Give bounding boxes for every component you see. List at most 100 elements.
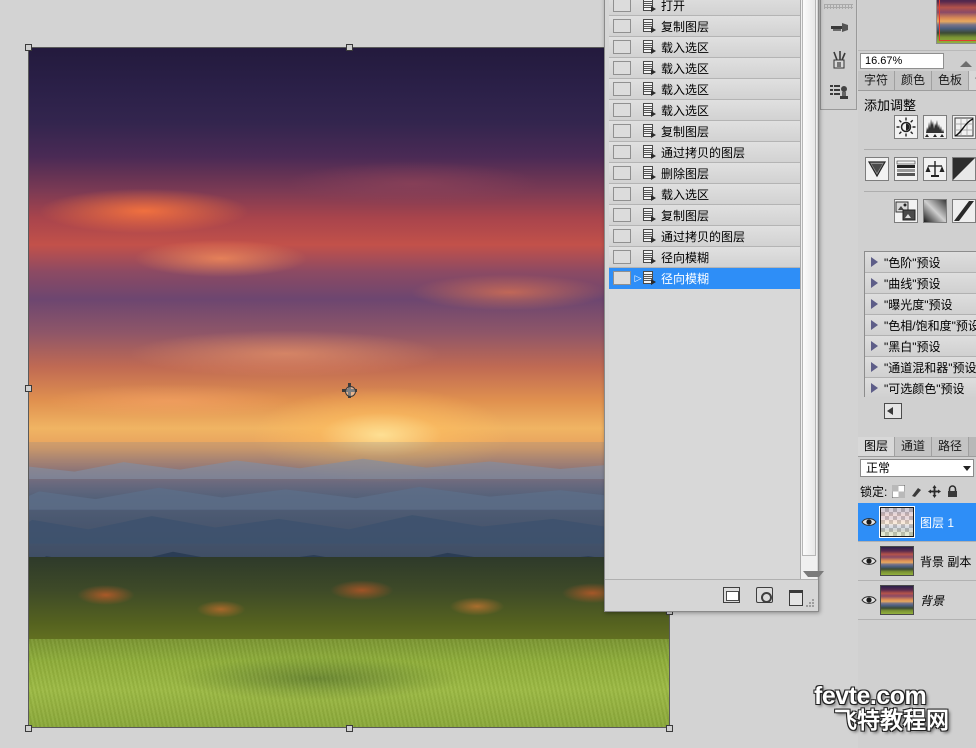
history-snapshot-toggle[interactable] <box>613 250 631 264</box>
history-snapshot-toggle[interactable] <box>613 124 631 138</box>
navigator-view-proxy[interactable] <box>939 0 976 41</box>
history-snapshot-toggle[interactable] <box>613 103 631 117</box>
transform-handle-bottom-center[interactable] <box>346 725 353 732</box>
preset-group-row[interactable]: "黑白"预设 <box>865 336 976 357</box>
layers-tabstrip[interactable]: 图层 通道 路径 <box>858 437 976 457</box>
history-item[interactable]: 复制图层 <box>609 16 800 37</box>
exposure-icon[interactable] <box>865 157 889 181</box>
history-snapshot-toggle[interactable] <box>613 145 631 159</box>
history-snapshot-toggle[interactable] <box>613 166 631 180</box>
chevron-right-icon[interactable] <box>871 383 878 393</box>
lock-position-icon[interactable] <box>928 484 942 498</box>
photo-filter-icon[interactable] <box>894 199 918 223</box>
history-snapshot-toggle[interactable] <box>613 82 631 96</box>
layer-visibility-eye-icon[interactable] <box>858 555 880 567</box>
history-item[interactable]: 径向模糊 <box>609 247 800 268</box>
layer-thumbnail[interactable] <box>880 546 914 576</box>
transform-handle-top-left[interactable] <box>25 44 32 51</box>
navigator-thumbnail[interactable] <box>936 0 976 44</box>
invert-icon[interactable] <box>952 199 976 223</box>
zoom-input[interactable]: 16.67% <box>860 53 944 69</box>
history-snapshot-toggle[interactable] <box>613 229 631 243</box>
new-document-from-state-button[interactable] <box>723 587 740 603</box>
blend-mode-row[interactable]: 正常 <box>858 457 976 479</box>
layer-visibility-eye-icon[interactable] <box>858 594 880 606</box>
delete-state-button[interactable] <box>787 587 804 606</box>
chevron-right-icon[interactable] <box>871 257 878 267</box>
adjustments-tabstrip[interactable]: 字符颜色色板调 <box>858 71 976 91</box>
history-item[interactable]: 载入选区 <box>609 100 800 121</box>
preset-group-row[interactable]: "色相/饱和度"预设 <box>865 315 976 336</box>
transform-handle-top-center[interactable] <box>346 44 353 51</box>
lock-transparent-pixels-icon[interactable] <box>891 484 906 498</box>
chevron-right-icon[interactable] <box>871 362 878 372</box>
layers-list[interactable]: 图层 1 背景 副本 背景 <box>858 503 976 623</box>
curves-icon[interactable] <box>952 115 976 139</box>
history-scrollbar[interactable] <box>800 0 824 579</box>
preset-group-row[interactable]: "通道混和器"预设 <box>865 357 976 378</box>
history-snapshot-toggle[interactable] <box>613 271 631 285</box>
tab-通道[interactable]: 通道 <box>895 437 933 456</box>
tool-dock[interactable] <box>820 0 857 110</box>
history-snapshot-toggle[interactable] <box>613 19 631 33</box>
tab-色板[interactable]: 色板 <box>932 71 970 90</box>
black-white-icon[interactable] <box>952 157 976 181</box>
history-item[interactable]: 打开 <box>609 0 800 16</box>
preset-group-row[interactable]: "曲线"预设 <box>865 273 976 294</box>
history-snapshot-toggle[interactable] <box>613 187 631 201</box>
tab-调[interactable]: 调 <box>969 71 976 90</box>
transform-handle-bottom-left[interactable] <box>25 725 32 732</box>
history-snapshot-toggle[interactable] <box>613 61 631 75</box>
chevron-down-icon[interactable] <box>803 571 824 577</box>
preset-group-row[interactable]: "色阶"预设 <box>865 252 976 273</box>
brush-presets-icon[interactable] <box>828 16 852 40</box>
zoom-bar[interactable]: 16.67% <box>858 50 976 71</box>
new-snapshot-button[interactable] <box>756 587 773 603</box>
adjustments-panel[interactable]: 字符颜色色板调 添加调整 <box>858 71 976 433</box>
preset-group-row[interactable]: "可选颜色"预设 <box>865 378 976 398</box>
history-item[interactable]: 载入选区 <box>609 37 800 58</box>
transform-handle-bottom-right[interactable] <box>666 725 673 732</box>
history-list[interactable]: 打开 复制图层 载入选区 载入选区 载入选区 载入选区 复制图层 通过拷贝的图层 删除图层 载入选… <box>609 0 800 579</box>
blend-mode-select[interactable]: 正常 <box>860 459 974 477</box>
resize-grip[interactable] <box>805 598 816 609</box>
lock-row[interactable]: 锁定: <box>860 481 976 501</box>
layer-row[interactable]: 图层 1 <box>858 503 976 542</box>
chevron-right-icon[interactable] <box>871 320 878 330</box>
adjustment-presets-list[interactable]: "色阶"预设 "曲线"预设 "曝光度"预设 "色相/饱和度"预设 "黑白"预设 "通道混和… <box>864 251 976 398</box>
history-item[interactable]: 通过拷贝的图层 <box>609 142 800 163</box>
chevron-right-icon[interactable] <box>871 299 878 309</box>
adjustment-icon-grid[interactable] <box>858 115 976 240</box>
preset-group-row[interactable]: "曝光度"预设 <box>865 294 976 315</box>
lock-image-pixels-icon[interactable] <box>910 485 923 498</box>
vibrance-icon[interactable] <box>894 157 918 181</box>
return-to-adjustment-list-icon[interactable] <box>884 403 902 419</box>
levels-icon[interactable] <box>923 115 947 139</box>
tab-图层[interactable]: 图层 <box>858 437 896 456</box>
history-item[interactable]: ▷ 径向模糊 <box>609 268 800 289</box>
transform-reference-point[interactable] <box>342 383 357 398</box>
chevron-right-icon[interactable] <box>871 341 878 351</box>
layer-thumbnail[interactable] <box>880 585 914 615</box>
history-item[interactable]: 载入选区 <box>609 79 800 100</box>
history-snapshot-toggle[interactable] <box>613 208 631 222</box>
history-snapshot-toggle[interactable] <box>613 0 631 12</box>
dock-grip[interactable] <box>824 4 853 9</box>
tab-路径[interactable]: 路径 <box>932 437 970 456</box>
chevron-right-icon[interactable] <box>871 278 878 288</box>
chevron-down-icon[interactable] <box>963 466 971 471</box>
history-item[interactable]: 复制图层 <box>609 121 800 142</box>
lock-all-icon[interactable] <box>946 484 959 498</box>
history-item[interactable]: 载入选区 <box>609 58 800 79</box>
transform-handle-middle-left[interactable] <box>25 385 32 392</box>
color-balance-icon[interactable] <box>923 157 947 181</box>
layer-row[interactable]: 背景 副本 <box>858 542 976 581</box>
history-item[interactable]: 通过拷贝的图层 <box>609 226 800 247</box>
clone-source-icon[interactable] <box>828 80 852 104</box>
history-snapshot-toggle[interactable] <box>613 40 631 54</box>
layer-thumbnail[interactable] <box>879 506 915 538</box>
tab-字符[interactable]: 字符 <box>858 71 896 90</box>
channel-mixer-icon[interactable] <box>923 199 947 223</box>
history-panel[interactable]: 打开 复制图层 载入选区 载入选区 载入选区 载入选区 复制图层 通过拷贝的图层 删除图层 载入选… <box>604 0 824 612</box>
layer-visibility-eye-icon[interactable] <box>858 516 880 528</box>
